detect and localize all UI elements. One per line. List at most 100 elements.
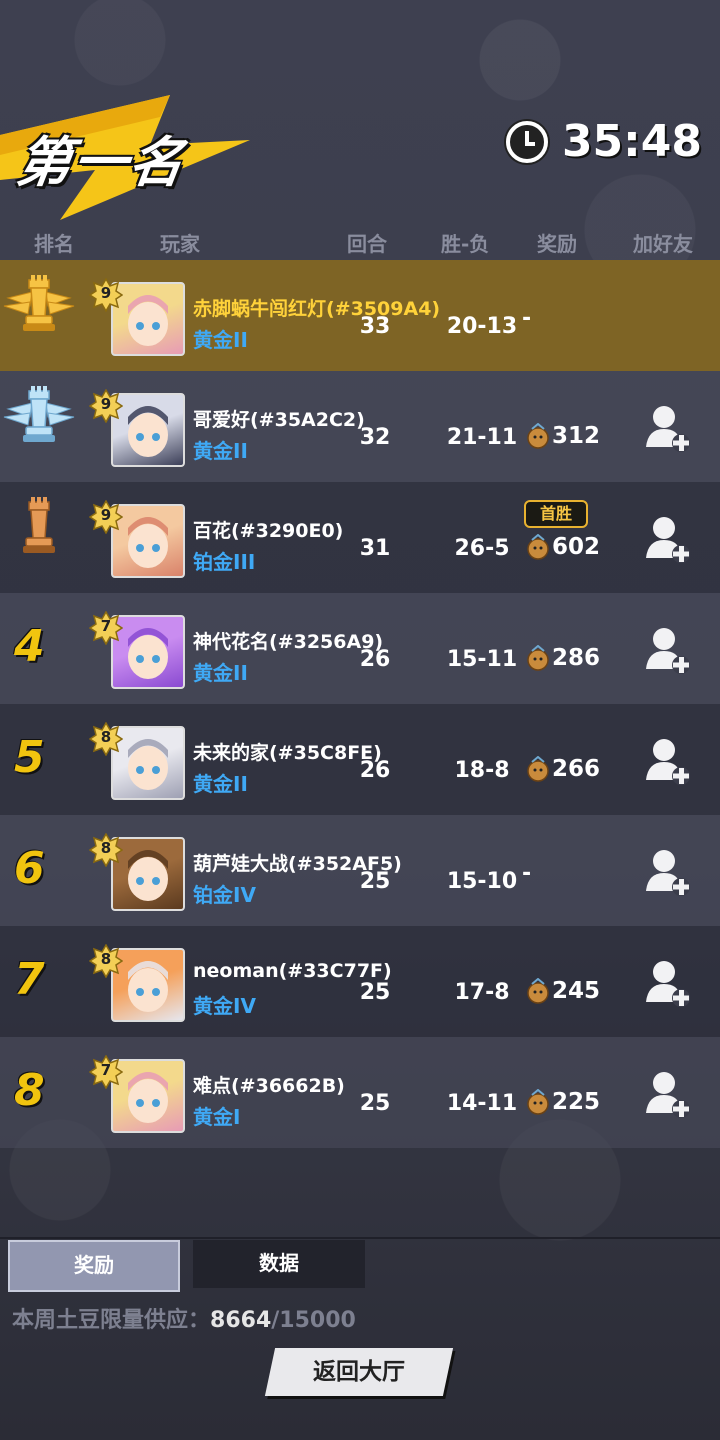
supply-label: 本周土豆限量供应：	[12, 1308, 211, 1333]
table-row: 7 8 neoman(#33C77F) 黄金IV 25 17-8 245	[0, 926, 720, 1037]
add-friend-icon[interactable]	[644, 625, 692, 675]
rank-number: 6	[14, 843, 45, 894]
first-win-badge: 首胜	[524, 500, 588, 528]
potato-icon	[527, 978, 549, 1004]
level-badge-icon	[89, 833, 123, 867]
player-name: 哥爱好(#35A2C2)	[193, 409, 365, 431]
avatar-face-icon	[128, 517, 168, 568]
player-tier: 黄金I	[193, 1105, 241, 1129]
rounds-value: 33	[359, 314, 391, 339]
player-name: neoman(#33C77F)	[193, 960, 392, 982]
reward-value: 286	[552, 645, 601, 671]
potato-icon	[527, 534, 549, 560]
add-friend-icon[interactable]	[644, 1069, 692, 1119]
win-loss-value: 18-8	[454, 758, 510, 783]
col-rank: 排名	[34, 232, 74, 256]
avatar-face-icon	[128, 850, 168, 901]
col-win-loss: 胜-负	[441, 232, 490, 256]
table-row: 5 8 未来的家(#35C8FE) 黄金II 26 18-8 266	[0, 704, 720, 815]
rounds-value: 25	[359, 980, 391, 1005]
reward-value: -	[522, 306, 532, 331]
add-friend-icon[interactable]	[644, 847, 692, 897]
table-row: 8 7 难点(#36662B) 黄金I 25 14-11 225	[0, 1037, 720, 1148]
col-add-friend: 加好友	[633, 232, 693, 256]
reward-value: 266	[552, 756, 601, 782]
level-badge-icon	[89, 500, 123, 534]
back-to-lobby-button[interactable]: 返回大厅	[264, 1348, 454, 1396]
gold-trophy-icon	[3, 275, 75, 331]
win-loss-value: 20-13	[446, 314, 518, 339]
player-tier: 黄金II	[193, 772, 248, 796]
player-tier: 黄金IV	[193, 994, 256, 1018]
rounds-value: 32	[359, 425, 391, 450]
potato-icon	[527, 1089, 549, 1115]
player-tier: 黄金II	[193, 439, 248, 463]
reward: 286	[526, 645, 600, 671]
rank-number: 5	[14, 732, 45, 783]
divider	[0, 1237, 720, 1239]
col-reward: 奖励	[537, 232, 577, 256]
player-tier: 铂金IV	[193, 883, 256, 907]
win-loss-value: 14-11	[446, 1091, 518, 1116]
supply-info: 本周土豆限量供应：8664/15000	[12, 1302, 356, 1334]
supply-total: /15000	[271, 1308, 356, 1333]
rank-title: 第一名	[12, 131, 190, 194]
rounds-value: 26	[359, 647, 391, 672]
level-badge-icon	[89, 944, 123, 978]
avatar-face-icon	[128, 961, 168, 1012]
potato-icon	[527, 423, 549, 449]
rounds-value: 26	[359, 758, 391, 783]
win-loss-value: 21-11	[446, 425, 518, 450]
win-loss-value: 17-8	[454, 980, 510, 1005]
rank-number: 7	[14, 954, 45, 1005]
table-row: 9 赤脚蜗牛闯红灯(#3509A4) 黄金II 33 20-13-	[0, 260, 720, 371]
win-loss-value: 15-11	[446, 647, 518, 672]
reward: 312	[526, 423, 600, 449]
table-row: 4 7 神代花名(#3256A9) 黄金II 26 15-11 286	[0, 593, 720, 704]
rounds-value: 25	[359, 869, 391, 894]
avatar-face-icon	[128, 628, 168, 679]
player-tier: 黄金II	[193, 661, 248, 685]
player-name: 难点(#36662B)	[193, 1075, 345, 1097]
rounds-value: 31	[359, 536, 391, 561]
level-badge-icon	[89, 611, 123, 645]
level-badge-icon	[89, 389, 123, 423]
col-rounds: 回合	[347, 232, 387, 256]
player-name: 百花(#3290E0)	[193, 520, 344, 542]
level-badge-icon	[89, 1055, 123, 1089]
clock-icon	[505, 120, 548, 163]
column-headers: 排名 玩家 回合 胜-负 奖励 加好友	[0, 228, 720, 258]
bronze-trophy-icon	[23, 497, 55, 553]
potato-icon	[527, 645, 549, 671]
level-badge-icon	[89, 722, 123, 756]
tab-reward[interactable]: 奖励	[8, 1240, 180, 1292]
reward-value: -	[522, 861, 532, 886]
add-friend-icon[interactable]	[644, 958, 692, 1008]
rounds-value: 25	[359, 1091, 391, 1116]
reward-value: 245	[552, 978, 601, 1004]
player-tier: 黄金II	[193, 328, 248, 352]
table-row: 6 8 葫芦娃大战(#352AF5) 铂金IV 25 15-10-	[0, 815, 720, 926]
timer-text: 35:48	[561, 116, 702, 167]
reward: 245	[526, 978, 600, 1004]
reward: 225	[526, 1089, 600, 1115]
table-row: 9 哥爱好(#35A2C2) 黄金II 32 21-11 312	[0, 371, 720, 482]
silver-trophy-icon	[3, 386, 75, 442]
reward-value: 312	[552, 423, 601, 449]
back-to-lobby-label: 返回大厅	[313, 1359, 405, 1385]
add-friend-icon[interactable]	[644, 736, 692, 786]
reward: 602	[526, 534, 600, 560]
player-tier: 铂金III	[193, 550, 256, 574]
avatar-face-icon	[128, 295, 168, 346]
rank-number: 8	[14, 1065, 45, 1116]
win-loss-value: 26-5	[454, 536, 510, 561]
leaderboard: 9 赤脚蜗牛闯红灯(#3509A4) 黄金II 33 20-13- 9 哥爱好(#35A2…	[0, 260, 720, 1148]
level-badge-icon	[89, 278, 123, 312]
tab-data[interactable]: 数据	[193, 1240, 365, 1288]
reward-value: 225	[552, 1089, 601, 1115]
reward-value: 602	[552, 534, 601, 560]
add-friend-icon[interactable]	[644, 403, 692, 453]
add-friend-icon[interactable]	[644, 514, 692, 564]
supply-current: 8664	[210, 1308, 272, 1333]
col-player: 玩家	[160, 232, 200, 256]
